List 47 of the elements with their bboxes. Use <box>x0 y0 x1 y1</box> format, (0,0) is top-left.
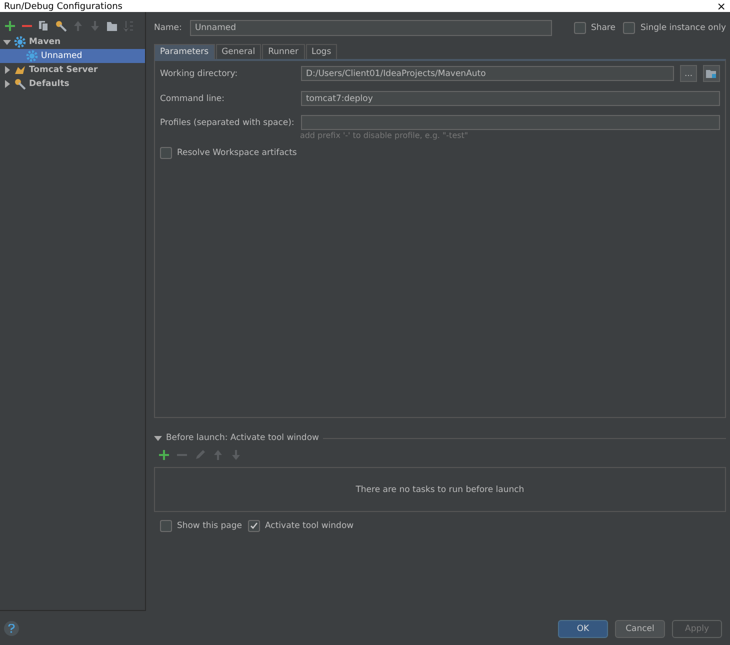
checkbox[interactable] <box>623 22 636 34</box>
tab[interactable]: Logs <box>306 44 338 59</box>
add-icon[interactable] <box>158 449 170 461</box>
folder-icon <box>706 68 717 78</box>
name-label: Name: <box>154 23 183 33</box>
tree-item[interactable]: Tomcat Server <box>0 63 145 77</box>
empty-text: There are no tasks to run before launch <box>356 484 524 494</box>
checkbox-label[interactable]: Share <box>590 23 616 33</box>
tab[interactable]: General <box>216 44 262 59</box>
tab[interactable]: Parameters <box>154 44 215 59</box>
input-field[interactable]: tomcat7:deploy <box>300 91 720 106</box>
field-label: Command line: <box>160 94 226 104</box>
tree-item[interactable]: Maven <box>0 35 145 49</box>
collapsed-triangle-icon[interactable] <box>3 80 11 88</box>
close-icon[interactable]: × <box>716 1 726 12</box>
checkbox-label[interactable]: Show this page <box>176 521 242 531</box>
checkbox[interactable] <box>160 147 172 159</box>
field-label: Working directory: <box>160 68 239 78</box>
expanded-triangle-icon[interactable] <box>154 434 162 442</box>
checkbox[interactable] <box>574 22 586 34</box>
folder-icon[interactable] <box>106 20 118 32</box>
field-label: Profiles (separated with space): <box>160 118 295 128</box>
checkbox[interactable] <box>248 520 260 532</box>
checkbox-label[interactable]: Resolve Workspace artifacts <box>176 148 297 158</box>
name-field[interactable]: Unnamed <box>190 20 552 36</box>
tree-item[interactable]: Defaults <box>0 77 145 91</box>
dialog-button[interactable]: Cancel <box>615 620 665 638</box>
window-title: Run/Debug Configurations <box>4 3 122 12</box>
section-title[interactable]: Before launch: Activate tool window <box>166 433 319 443</box>
gear-icon <box>26 50 38 62</box>
tab[interactable]: Runner <box>262 44 305 59</box>
checkbox-label[interactable]: Activate tool window <box>265 521 354 531</box>
copy-icon[interactable] <box>38 20 50 32</box>
expanded-triangle-icon[interactable] <box>3 38 11 46</box>
add-icon[interactable] <box>4 20 16 32</box>
folder-button[interactable] <box>703 65 720 82</box>
browse-button[interactable]: ... <box>680 65 697 82</box>
input-field[interactable]: D:/Users/Client01/IdeaProjects/MavenAuto <box>300 66 674 81</box>
collapsed-triangle-icon[interactable] <box>3 66 11 74</box>
dialog-button[interactable]: OK <box>558 620 608 638</box>
checkbox-label[interactable]: Single instance only <box>640 23 726 33</box>
gear-icon <box>14 36 26 48</box>
input-field[interactable] <box>300 115 720 130</box>
help-icon[interactable] <box>4 621 19 636</box>
checkbox[interactable] <box>160 520 172 532</box>
tree-item[interactable]: Unnamed <box>0 49 145 63</box>
hint-text: add prefix '-' to disable profile, e.g. "-test" <box>300 131 470 140</box>
